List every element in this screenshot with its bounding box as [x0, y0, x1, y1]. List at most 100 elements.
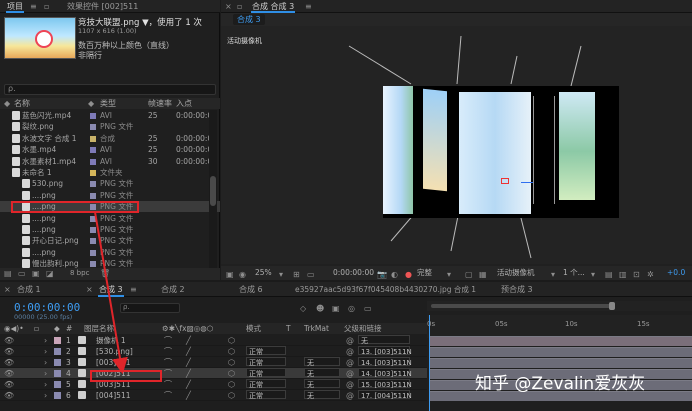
label-color-chip[interactable]: [54, 381, 61, 388]
views-select[interactable]: 1 个...: [563, 266, 585, 280]
table-row[interactable]: 👁 › 3 [003]511 ⌒ ╱ ⬡ 正常 无 @14. [003]511N: [0, 357, 427, 368]
list-item[interactable]: ....png PNG 文件: [0, 190, 220, 201]
work-area-end-handle[interactable]: [609, 302, 615, 310]
shy-switch-icon[interactable]: ⌒: [164, 390, 172, 401]
safe-zone-icon[interactable]: ▭: [307, 268, 315, 282]
interpret-footage-icon[interactable]: ▤: [4, 269, 12, 279]
label-color-chip[interactable]: [90, 147, 96, 154]
label-color-chip[interactable]: [54, 392, 61, 399]
tab-jpg-comp[interactable]: e35927aac5d93f67f045408b4430270.jpg 合成 1: [292, 282, 479, 297]
camera-view-select[interactable]: 活动摄像机: [497, 266, 535, 280]
pickwhip-icon[interactable]: @: [346, 346, 354, 357]
new-folder-icon[interactable]: ▭: [18, 269, 26, 279]
parent-select[interactable]: 14. [003]511N: [358, 368, 412, 378]
col-name[interactable]: 名称: [14, 98, 30, 109]
layer-name[interactable]: [003]511: [96, 357, 130, 368]
list-item[interactable]: 水波文字 合成 1 合成 25 0:00:00:0: [0, 133, 220, 144]
draft-3d-icon[interactable]: ◇: [300, 304, 306, 314]
quality-switch-icon[interactable]: ╱: [186, 379, 191, 390]
label-color-chip[interactable]: [90, 192, 96, 199]
chevron-right-icon[interactable]: ›: [44, 379, 47, 390]
label-color-chip[interactable]: [90, 124, 96, 131]
menu-icon[interactable]: ≡: [305, 2, 312, 12]
tab-comp-2[interactable]: 合成 2: [158, 282, 188, 297]
table-row[interactable]: 👁 › 6 [004]511 ⌒ ╱ ⬡ 正常 无 @17. [004]511N: [0, 390, 427, 401]
col-mode[interactable]: 模式: [246, 323, 261, 334]
mask-view-icon[interactable]: ◉: [239, 268, 246, 282]
layer-image-5[interactable]: [559, 92, 595, 200]
tab-precomp-3[interactable]: 预合成 3: [498, 282, 536, 297]
label-color-chip[interactable]: [90, 170, 96, 176]
eye-icon[interactable]: 👁: [4, 379, 14, 390]
layer-image-1[interactable]: [383, 86, 413, 214]
anchor-point[interactable]: [501, 178, 509, 184]
pickwhip-icon[interactable]: @: [346, 390, 354, 401]
pickwhip-icon[interactable]: @: [346, 357, 354, 368]
3d-layer-icon[interactable]: ⬡: [228, 346, 235, 357]
scrollbar-thumb[interactable]: [210, 176, 216, 206]
eye-icon[interactable]: 👁: [4, 335, 14, 346]
transparency-grid-icon[interactable]: ▦: [479, 268, 487, 282]
shy-switch-icon[interactable]: ⌒: [164, 379, 172, 390]
mode-select[interactable]: 正常: [246, 357, 286, 367]
layer-image-3[interactable]: [459, 92, 531, 214]
av-switches-icon[interactable]: ◉◀)•: [4, 323, 24, 334]
mode-select[interactable]: 正常: [246, 346, 286, 356]
3d-layer-icon[interactable]: ⬡: [228, 368, 235, 379]
frame-blend-icon[interactable]: ▣: [332, 304, 340, 314]
table-row[interactable]: 👁 › 2 [530.png] ⌒ ╱ ⬡ 正常 @13. [003]511N: [0, 346, 427, 357]
shy-switch-icon[interactable]: ⌒: [164, 357, 172, 368]
label-color-chip[interactable]: [54, 337, 61, 344]
tab-comp-1[interactable]: 合成 1: [14, 282, 44, 297]
parent-select[interactable]: 无: [358, 335, 410, 345]
trash-icon[interactable]: 🗑: [100, 269, 110, 279]
3d-layer-icon[interactable]: ⬡: [228, 379, 235, 390]
list-item[interactable]: 未命名 1 文件夹: [0, 167, 220, 178]
table-row[interactable]: 👁 › 4 [002]511 ⌒ ╱ ⬡ 正常无 @14. [003]511N: [0, 368, 427, 379]
table-row[interactable]: 👁 › 1 摄像机 1 ⌒ ╱ ⬡ @ 无: [0, 335, 427, 346]
list-item[interactable]: 水墨素材1.mp4 AVI 30 0:00:00:0: [0, 156, 220, 167]
list-item[interactable]: ....png PNG 文件: [0, 224, 220, 235]
lock-icon[interactable]: ▫: [44, 2, 49, 12]
show-snapshot-icon[interactable]: ◐: [391, 268, 398, 282]
layer-image-4[interactable]: [533, 96, 555, 204]
label-color-chip[interactable]: [90, 113, 96, 119]
region-of-interest-icon[interactable]: ▢: [465, 268, 473, 282]
eye-icon[interactable]: 👁: [4, 357, 14, 368]
bpc-toggle[interactable]: 8 bpc: [70, 269, 89, 277]
pickwhip-icon[interactable]: @: [346, 368, 354, 379]
menu-icon[interactable]: ≡: [30, 2, 37, 12]
grid-icon[interactable]: ⊞: [293, 268, 300, 282]
color-channel-icon[interactable]: ●: [405, 268, 412, 282]
mode-select[interactable]: 正常: [246, 390, 286, 400]
trkmat-select[interactable]: 无: [304, 390, 340, 400]
quality-switch-icon[interactable]: ╱: [186, 368, 191, 379]
pickwhip-icon[interactable]: @: [346, 379, 354, 390]
label-color-chip[interactable]: [90, 135, 96, 142]
close-icon[interactable]: ×: [225, 2, 232, 12]
3d-layer-icon[interactable]: ⬡: [228, 357, 235, 368]
col-in[interactable]: 入点: [176, 98, 192, 109]
close-icon[interactable]: ×: [4, 285, 11, 295]
tab-composition[interactable]: 合成 合成 3: [249, 0, 297, 13]
tab-effect-controls[interactable]: 效果控件 [002]511: [64, 0, 141, 13]
table-row[interactable]: 👁 › 5 [003]511 ⌒ ╱ ⬡ 正常无 @15. [003]511N: [0, 379, 427, 390]
timeline-search-input[interactable]: ρ.: [120, 303, 180, 313]
quality-switch-icon[interactable]: ╱: [186, 357, 191, 368]
viewer-canvas[interactable]: 活动摄像机: [221, 26, 692, 264]
layer-name[interactable]: [530.png]: [96, 346, 133, 357]
chevron-right-icon[interactable]: ›: [44, 346, 47, 357]
graph-editor-icon[interactable]: ▭: [364, 304, 372, 314]
close-icon[interactable]: ×: [86, 285, 93, 295]
list-item[interactable]: 开心日记.png PNG 文件: [0, 235, 220, 246]
trkmat-select[interactable]: 无: [304, 357, 340, 367]
label-color-chip[interactable]: [90, 261, 96, 268]
label-color-chip[interactable]: [90, 249, 96, 256]
camera-snapshot-icon[interactable]: 📷: [377, 268, 387, 282]
list-item[interactable]: 蓝色闪光.mp4 AVI 25 0:00:00:0: [0, 110, 220, 121]
col-parent[interactable]: 父级和链接: [344, 323, 382, 334]
menu-icon[interactable]: ≡: [130, 285, 137, 295]
chevron-down-icon[interactable]: ▾: [447, 268, 451, 282]
label-color-chip[interactable]: [54, 370, 61, 377]
layer-bar[interactable]: [429, 347, 692, 357]
